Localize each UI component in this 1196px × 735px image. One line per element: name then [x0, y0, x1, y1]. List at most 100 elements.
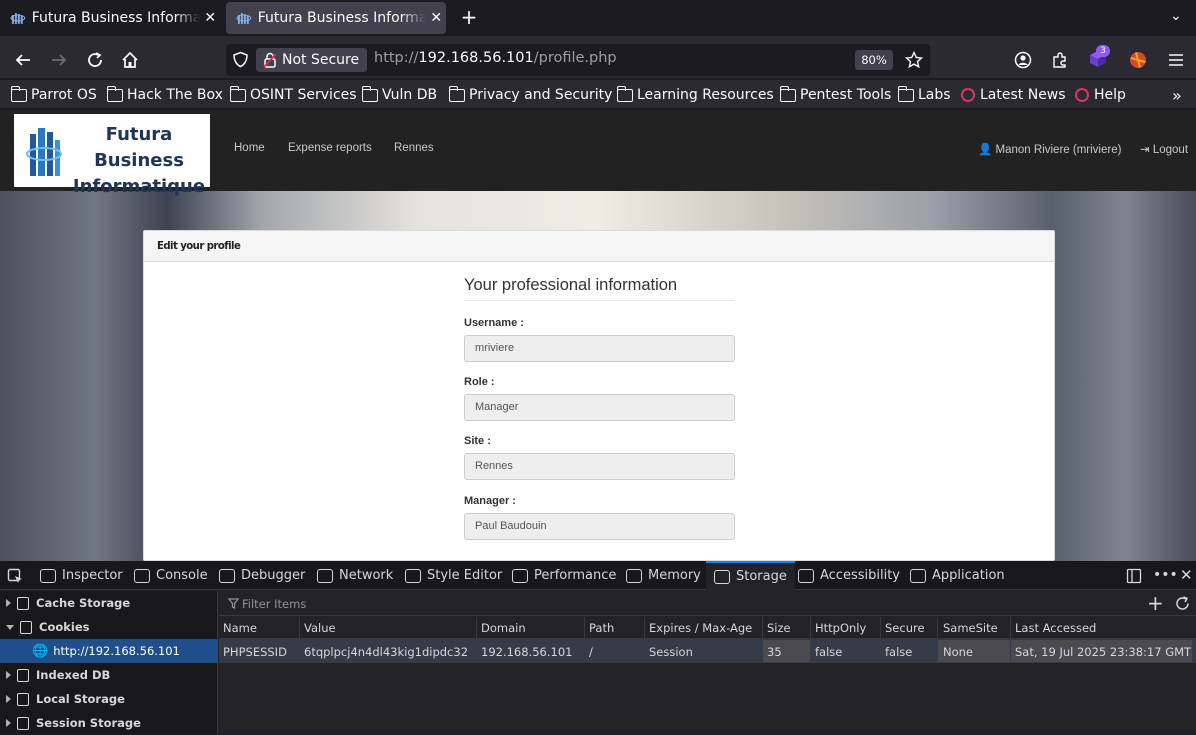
filter-items-input[interactable]: Filter Items: [242, 597, 306, 611]
network-icon: [317, 568, 333, 583]
devtools-tab-accessibility[interactable]: Accessibility: [798, 561, 900, 590]
nav-home-link[interactable]: Home: [234, 142, 265, 154]
column-domain[interactable]: Domain: [481, 621, 526, 635]
tree-item-cache-storage[interactable]: Cache Storage: [0, 591, 218, 615]
dock-side-icon[interactable]: [1126, 568, 1142, 584]
building-logo-icon: [26, 128, 62, 176]
devtools-tab-inspector[interactable]: Inspector: [40, 561, 123, 590]
cookie-httponly-cell[interactable]: false: [815, 645, 842, 659]
tab-title: Futura Business Informatique: [257, 10, 427, 26]
manager-field[interactable]: Paul Baudouin: [464, 513, 735, 540]
browser-tab-2[interactable]: Futura Business Informatique ✕: [226, 2, 446, 34]
role-field[interactable]: Manager: [464, 394, 735, 421]
site-label: Site :: [464, 435, 491, 447]
home-icon[interactable]: [121, 51, 139, 69]
column-path[interactable]: Path: [589, 621, 614, 635]
devtools-tab-style-editor[interactable]: Style Editor: [405, 561, 502, 590]
addon-ball-icon[interactable]: [1129, 51, 1147, 69]
tree-item-cookies[interactable]: Cookies: [0, 615, 218, 639]
bookmark-star-icon[interactable]: [905, 51, 923, 69]
company-logo[interactable]: Futura Business Informatique: [14, 114, 210, 197]
logout-link[interactable]: ⇥ Logout: [1140, 142, 1188, 156]
cookie-path-cell[interactable]: /: [589, 645, 593, 659]
column-httponly[interactable]: HttpOnly: [815, 621, 866, 635]
section-title: Your professional information: [464, 276, 735, 301]
tree-item-session-storage[interactable]: Session Storage: [0, 711, 218, 735]
bookmark-privacy-and-security[interactable]: Privacy and Security: [448, 85, 612, 105]
web-page: Futura Business Informatique Home Expense…: [0, 110, 1196, 561]
element-picker-icon[interactable]: [7, 568, 23, 584]
filter-bar: [219, 591, 1196, 616]
bookmark-latest-news[interactable]: Latest News: [961, 85, 1066, 105]
bookmark-osint-services[interactable]: OSINT Services: [229, 85, 357, 105]
column-size[interactable]: Size: [767, 621, 791, 635]
column-expires[interactable]: Expires / Max-Age: [649, 621, 752, 635]
devtools-tab-debugger[interactable]: Debugger: [219, 561, 305, 590]
column-last-accessed[interactable]: Last Accessed: [1015, 621, 1096, 635]
cookie-value-cell[interactable]: 6tqplpcj4n4dl43kig1dipdc32: [304, 645, 468, 659]
bookmark-vuln-db[interactable]: Vuln DB: [361, 85, 437, 105]
devtools-tab-storage[interactable]: Storage: [706, 561, 795, 590]
application-icon: [910, 568, 926, 583]
hamburger-menu-icon[interactable]: [1167, 52, 1185, 68]
role-label: Role :: [464, 376, 495, 388]
bookmarks-overflow-chevron-icon[interactable]: »: [1172, 85, 1182, 105]
insecure-lock-icon: [263, 52, 277, 68]
cookie-domain-cell[interactable]: 192.168.56.101: [481, 645, 572, 659]
bookmark-parrot-os[interactable]: Parrot OS: [10, 85, 97, 105]
devtools-tab-performance[interactable]: Performance: [512, 561, 616, 590]
column-value[interactable]: Value: [304, 621, 336, 635]
bookmark-learning-resources[interactable]: Learning Resources: [616, 85, 774, 105]
zoom-level-button[interactable]: 80%: [855, 50, 893, 70]
close-tab-icon[interactable]: ✕: [426, 10, 446, 26]
column-samesite[interactable]: SameSite: [943, 621, 998, 635]
forward-arrow-icon[interactable]: [50, 51, 68, 69]
folder-icon: [616, 85, 633, 102]
list-all-tabs-chevron-icon[interactable]: ⌄: [1170, 8, 1182, 24]
url-text[interactable]: http://192.168.56.101/profile.php: [374, 50, 617, 66]
add-item-icon[interactable]: +: [1147, 592, 1164, 614]
browser-tab-1[interactable]: Futura Business Informatique ✕: [0, 0, 220, 36]
back-arrow-icon[interactable]: [14, 51, 32, 69]
cookie-expires-cell[interactable]: Session: [649, 645, 693, 659]
account-icon[interactable]: [1014, 51, 1032, 69]
bookmark-pentest-tools[interactable]: Pentest Tools: [779, 85, 891, 105]
reload-icon[interactable]: [86, 51, 104, 69]
close-tab-icon[interactable]: ✕: [200, 10, 220, 26]
current-user-link[interactable]: 👤 Manon Riviere (mriviere): [978, 142, 1121, 156]
folder-icon: [897, 85, 914, 102]
cookie-size-cell[interactable]: 35: [767, 645, 782, 659]
devtools-tab-network[interactable]: Network: [317, 561, 393, 590]
column-name[interactable]: Name: [223, 621, 257, 635]
column-secure[interactable]: Secure: [885, 621, 925, 635]
close-devtools-icon[interactable]: ✕: [1180, 566, 1193, 584]
cookie-name-cell[interactable]: PHPSESSID: [223, 645, 287, 659]
tab-label: Debugger: [241, 568, 306, 583]
storage-icon: [20, 620, 32, 634]
bookmark-label: Parrot OS: [31, 87, 97, 103]
nav-expense-reports-link[interactable]: Expense reports: [288, 142, 372, 154]
tree-item-cookie-host[interactable]: 🌐 http://192.168.56.101: [0, 639, 218, 663]
tracking-shield-icon[interactable]: [232, 51, 249, 68]
devtools-tab-console[interactable]: Console: [134, 561, 208, 590]
site-security-indicator[interactable]: Not Secure: [256, 48, 368, 72]
nav-rennes-link[interactable]: Rennes: [394, 142, 434, 154]
devtools-tab-memory[interactable]: Memory: [626, 561, 701, 590]
extensions-puzzle-icon[interactable]: [1051, 51, 1069, 69]
bookmark-hack-the-box[interactable]: Hack The Box: [106, 85, 223, 105]
new-tab-button[interactable]: +: [458, 6, 480, 28]
site-field[interactable]: Rennes: [464, 453, 735, 480]
tree-item-local-storage[interactable]: Local Storage: [0, 687, 218, 711]
cookie-secure-cell[interactable]: false: [885, 645, 912, 659]
more-options-icon[interactable]: •••: [1153, 567, 1178, 583]
cookie-samesite-cell[interactable]: None: [943, 645, 973, 659]
username-field[interactable]: mriviere: [464, 335, 735, 362]
devtools-tab-application[interactable]: Application: [910, 561, 1005, 590]
tree-item-indexed-db[interactable]: Indexed DB: [0, 663, 218, 687]
bookmark-label: Hack The Box: [127, 87, 223, 103]
bookmark-labs[interactable]: Labs: [897, 85, 951, 105]
bookmark-help[interactable]: Help: [1075, 85, 1126, 105]
refresh-items-icon[interactable]: [1175, 596, 1190, 611]
cookie-last-accessed-cell[interactable]: Sat, 19 Jul 2025 23:38:17 GMT: [1015, 645, 1191, 659]
bookmark-label: Help: [1094, 87, 1126, 103]
